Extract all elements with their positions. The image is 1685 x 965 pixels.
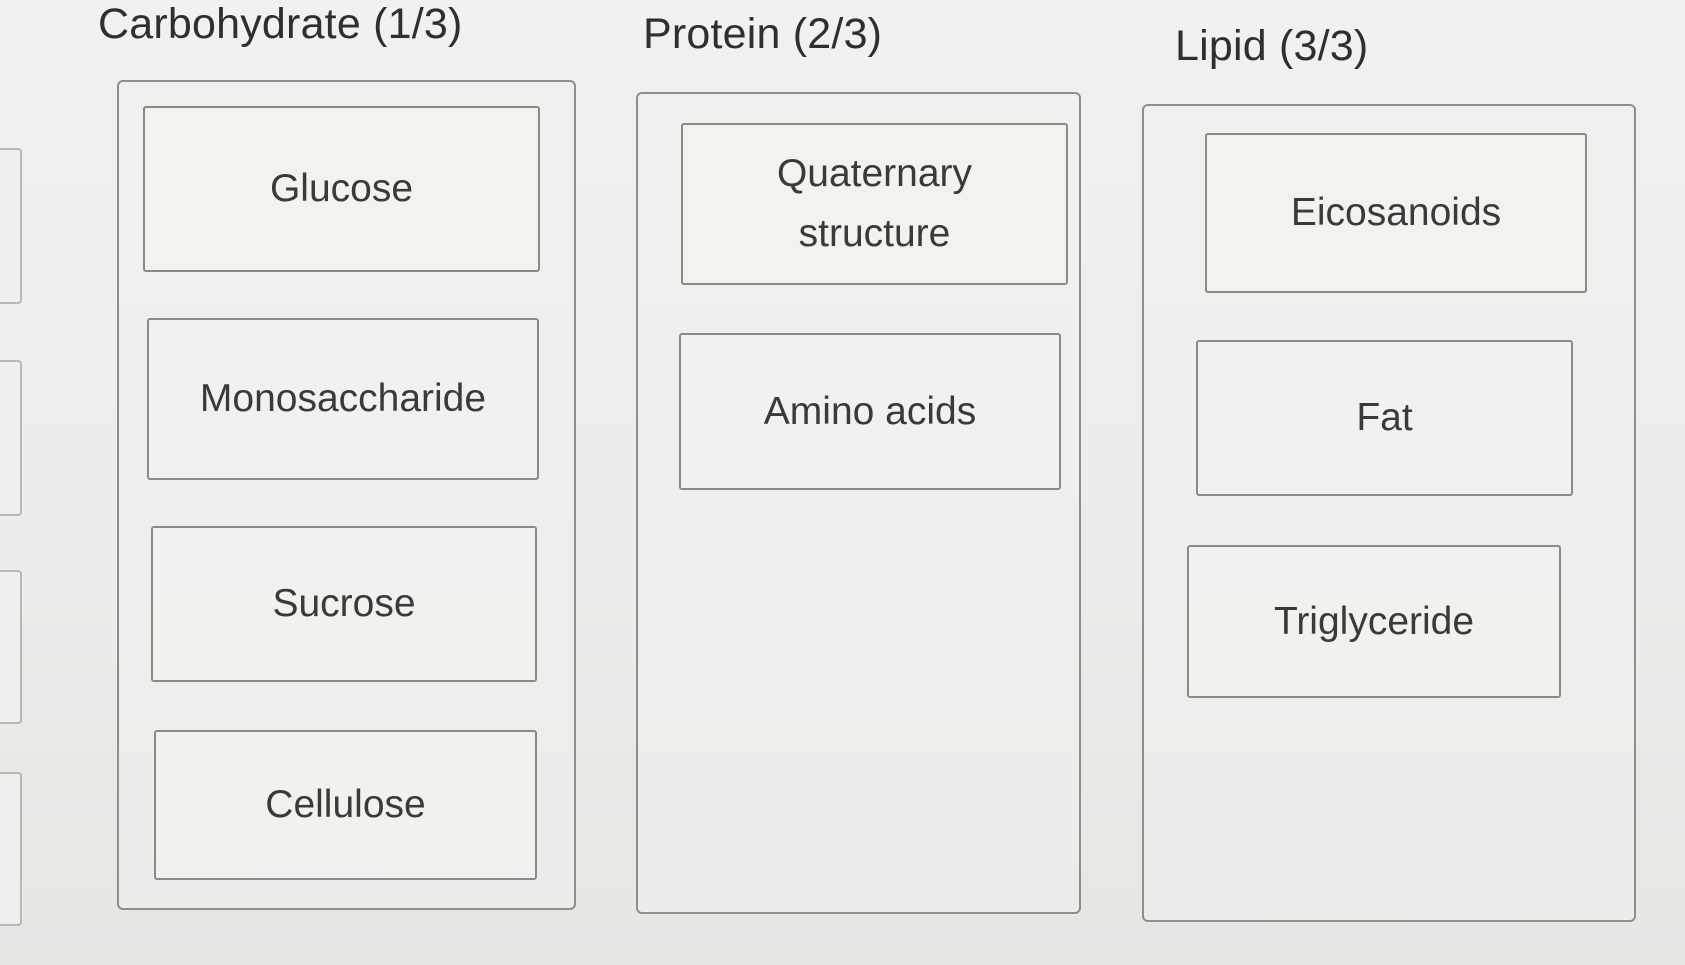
draggable-item-sucrose[interactable]: Sucrose (151, 526, 537, 682)
draggable-item-quaternary-structure[interactable]: Quaternary structure (681, 123, 1068, 285)
item-label: Glucose (269, 167, 414, 210)
left-panel-edge (0, 0, 26, 965)
item-label: Eicosanoids (1290, 191, 1502, 234)
draggable-item-fat[interactable]: Fat (1196, 340, 1573, 496)
item-label: Fat (1356, 396, 1413, 439)
item-label: Quaternary structure (776, 152, 973, 255)
item-label: Sucrose (272, 582, 416, 625)
offscreen-item-tab[interactable] (0, 772, 22, 926)
draggable-item-triglyceride[interactable]: Triglyceride (1187, 545, 1561, 698)
offscreen-item-tab[interactable] (0, 360, 22, 516)
draggable-item-monosaccharide[interactable]: Monosaccharide (147, 318, 539, 480)
item-label: Triglyceride (1273, 599, 1475, 643)
draggable-item-glucose[interactable]: Glucose (143, 106, 540, 272)
draggable-item-amino-acids[interactable]: Amino acids (679, 333, 1061, 490)
category-title-carbohydrate: Carbohydrate (1/3) (98, 0, 463, 48)
draggable-item-cellulose[interactable]: Cellulose (154, 730, 537, 880)
item-label: Amino acids (763, 389, 977, 433)
category-title-lipid: Lipid (3/3) (1175, 22, 1369, 70)
category-title-protein: Protein (2/3) (643, 10, 883, 58)
item-label: Monosaccharide (199, 377, 487, 420)
offscreen-item-tab[interactable] (0, 148, 22, 304)
draggable-item-eicosanoids[interactable]: Eicosanoids (1205, 133, 1587, 293)
item-label: Cellulose (265, 783, 426, 826)
offscreen-item-tab[interactable] (0, 570, 22, 724)
